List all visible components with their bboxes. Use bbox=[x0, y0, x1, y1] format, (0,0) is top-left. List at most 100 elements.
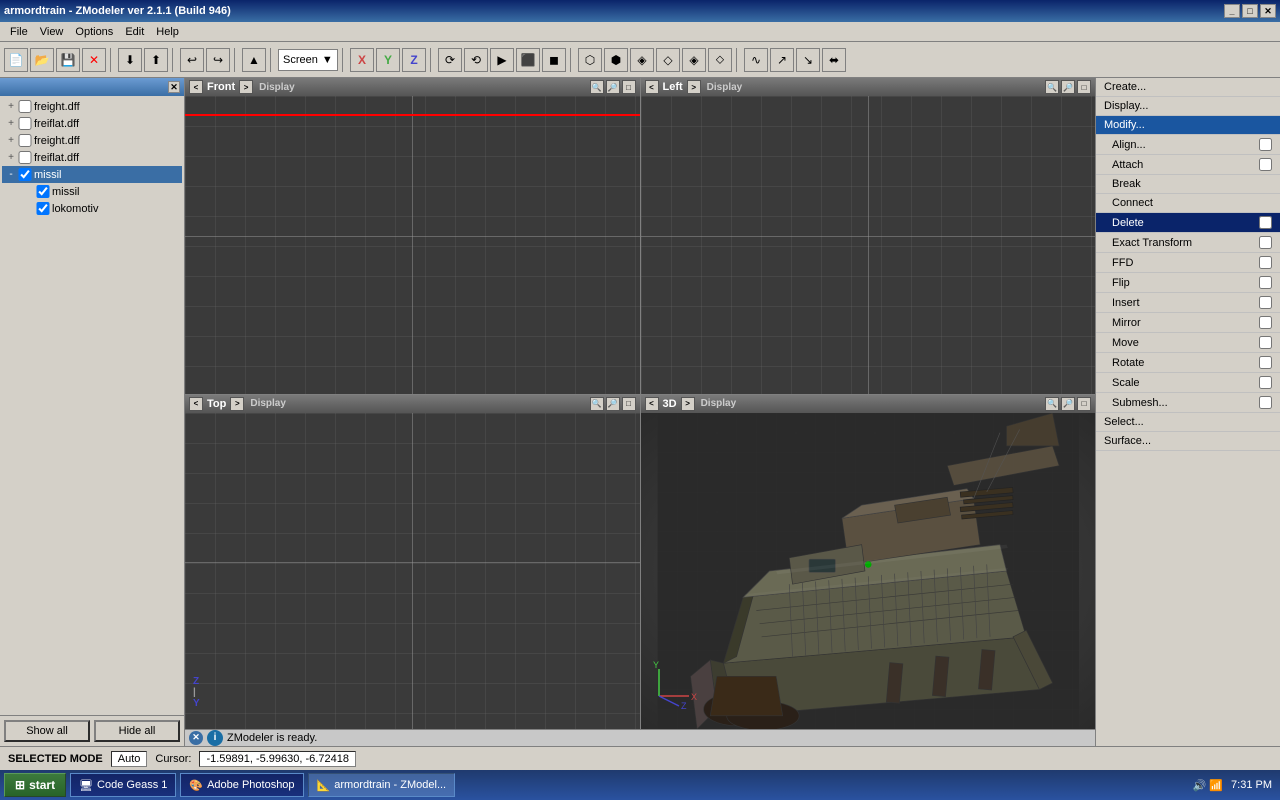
rp-submesh-check[interactable] bbox=[1259, 396, 1272, 409]
rp-move-check[interactable] bbox=[1259, 336, 1272, 349]
tool-m[interactable]: ↗ bbox=[770, 48, 794, 72]
rp-connect[interactable]: Connect bbox=[1096, 194, 1280, 213]
taskbar-app-photoshop[interactable]: 🎨 Adobe Photoshop bbox=[180, 773, 303, 797]
vp-left-zoom-in[interactable]: 🔍 bbox=[1045, 80, 1059, 94]
vp3d-zoom-in[interactable]: 🔍 bbox=[1045, 397, 1059, 411]
vp-top-arrow-right[interactable]: > bbox=[230, 397, 244, 411]
new-button[interactable]: 📄 bbox=[4, 48, 28, 72]
rp-mirror-check[interactable] bbox=[1259, 316, 1272, 329]
tree-check-missil-child[interactable] bbox=[36, 185, 50, 198]
tree-check-missil[interactable] bbox=[18, 168, 32, 181]
tree-check-freiflat1[interactable] bbox=[18, 117, 32, 130]
rp-ffd[interactable]: FFD bbox=[1096, 253, 1280, 273]
rp-attach[interactable]: Attach bbox=[1096, 155, 1280, 175]
y-axis[interactable]: Y bbox=[376, 48, 400, 72]
rp-move[interactable]: Move bbox=[1096, 333, 1280, 353]
vp-front-display[interactable]: Display bbox=[257, 82, 297, 93]
vp-top-arrow-left[interactable]: < bbox=[189, 397, 203, 411]
rp-rotate[interactable]: Rotate bbox=[1096, 353, 1280, 373]
tool-o[interactable]: ⬌ bbox=[822, 48, 846, 72]
tool-b[interactable]: ⟲ bbox=[464, 48, 488, 72]
tree-check-freight2[interactable] bbox=[18, 134, 32, 147]
tree-item-freiflat2[interactable]: + freiflat.dff bbox=[2, 149, 182, 166]
vp-left-zoom-out[interactable]: 🔎 bbox=[1061, 80, 1075, 94]
vp-front-arrow-left[interactable]: < bbox=[189, 80, 203, 94]
undo-button[interactable]: ↩ bbox=[180, 48, 204, 72]
vp3d-zoom-out[interactable]: 🔎 bbox=[1061, 397, 1075, 411]
tree-check-freiflat2[interactable] bbox=[18, 151, 32, 164]
rp-create[interactable]: Create... bbox=[1096, 78, 1280, 97]
tool-g[interactable]: ⬢ bbox=[604, 48, 628, 72]
screen-dropdown[interactable]: Screen ▼ bbox=[278, 49, 338, 71]
rp-break[interactable]: Break bbox=[1096, 175, 1280, 194]
tree-item-freight2[interactable]: + freight.dff bbox=[2, 132, 182, 149]
tool1[interactable]: ▲ bbox=[242, 48, 266, 72]
import-button[interactable]: ⬇ bbox=[118, 48, 142, 72]
vp-left-arrow-right[interactable]: > bbox=[687, 80, 701, 94]
vp-left-maximize[interactable]: □ bbox=[1077, 80, 1091, 94]
menu-file[interactable]: File bbox=[4, 24, 34, 40]
rp-scale[interactable]: Scale bbox=[1096, 373, 1280, 393]
rp-submesh[interactable]: Submesh... bbox=[1096, 393, 1280, 413]
delete-button[interactable]: ✕ bbox=[82, 48, 106, 72]
tree-item-missil[interactable]: - missil bbox=[2, 166, 182, 183]
vp-front-zoom-out[interactable]: 🔎 bbox=[606, 80, 620, 94]
vp-left-display[interactable]: Display bbox=[705, 82, 745, 93]
rp-align[interactable]: Align... bbox=[1096, 135, 1280, 155]
vp3d-arrow-right[interactable]: > bbox=[681, 397, 695, 411]
vp-front-zoom-in[interactable]: 🔍 bbox=[590, 80, 604, 94]
rp-modify[interactable]: Modify... bbox=[1096, 116, 1280, 135]
vp-top-display[interactable]: Display bbox=[248, 398, 288, 409]
x-axis[interactable]: X bbox=[350, 48, 374, 72]
tool-f[interactable]: ⬡ bbox=[578, 48, 602, 72]
tool-l[interactable]: ∿ bbox=[744, 48, 768, 72]
vp3d-display[interactable]: Display bbox=[699, 398, 739, 409]
tool-i[interactable]: ◇ bbox=[656, 48, 680, 72]
start-button[interactable]: ⊞ start bbox=[4, 773, 66, 797]
rp-align-check[interactable] bbox=[1259, 138, 1272, 151]
tool-h[interactable]: ◈ bbox=[630, 48, 654, 72]
menu-options[interactable]: Options bbox=[69, 24, 119, 40]
rp-delete-check[interactable] bbox=[1259, 216, 1272, 229]
rp-rotate-check[interactable] bbox=[1259, 356, 1272, 369]
rp-insert-check[interactable] bbox=[1259, 296, 1272, 309]
vp-left-arrow-left[interactable]: < bbox=[645, 80, 659, 94]
rp-ffd-check[interactable] bbox=[1259, 256, 1272, 269]
rp-insert[interactable]: Insert bbox=[1096, 293, 1280, 313]
show-all-button[interactable]: Show all bbox=[4, 720, 90, 742]
rp-exact-transform[interactable]: Exact Transform bbox=[1096, 233, 1280, 253]
viewport-left[interactable]: < Left > Display 🔍 🔎 □ bbox=[641, 78, 1096, 394]
vp3d-arrow-left[interactable]: < bbox=[645, 397, 659, 411]
tool-a[interactable]: ⟳ bbox=[438, 48, 462, 72]
vp-top-maximize[interactable]: □ bbox=[622, 397, 636, 411]
vp-front-arrow-right[interactable]: > bbox=[239, 80, 253, 94]
tool-c[interactable]: ▶ bbox=[490, 48, 514, 72]
tree-item-freight1[interactable]: + freight.dff bbox=[2, 98, 182, 115]
open-button[interactable]: 📂 bbox=[30, 48, 54, 72]
tool-n[interactable]: ↘ bbox=[796, 48, 820, 72]
maximize-button[interactable]: □ bbox=[1242, 4, 1258, 18]
viewport-3d[interactable]: < 3D > Display 🔍 🔎 □ bbox=[641, 395, 1096, 729]
taskbar-app-zmodeler[interactable]: 📐 armordtrain - ZModel... bbox=[308, 773, 456, 797]
export-button[interactable]: ⬆ bbox=[144, 48, 168, 72]
rp-delete[interactable]: Delete bbox=[1096, 213, 1280, 233]
tree-item-lokomotiv[interactable]: lokomotiv bbox=[2, 200, 182, 217]
rp-display[interactable]: Display... bbox=[1096, 97, 1280, 116]
viewport-front[interactable]: < Front > Display 🔍 🔎 □ bbox=[185, 78, 641, 394]
rp-mirror[interactable]: Mirror bbox=[1096, 313, 1280, 333]
left-panel-close[interactable]: ✕ bbox=[168, 81, 180, 93]
tool-k[interactable]: ⬦ bbox=[708, 48, 732, 72]
rp-surface[interactable]: Surface... bbox=[1096, 432, 1280, 451]
vp-top-zoom-out[interactable]: 🔎 bbox=[606, 397, 620, 411]
rp-flip[interactable]: Flip bbox=[1096, 273, 1280, 293]
tool-d[interactable]: ⬛ bbox=[516, 48, 540, 72]
tree-check-lokomotiv[interactable] bbox=[36, 202, 50, 215]
tool-j[interactable]: ◈ bbox=[682, 48, 706, 72]
tree-item-missil-child[interactable]: missil bbox=[2, 183, 182, 200]
vp-front-maximize[interactable]: □ bbox=[622, 80, 636, 94]
rp-flip-check[interactable] bbox=[1259, 276, 1272, 289]
menu-view[interactable]: View bbox=[34, 24, 70, 40]
menu-edit[interactable]: Edit bbox=[119, 24, 150, 40]
minimize-button[interactable]: _ bbox=[1224, 4, 1240, 18]
rp-attach-check[interactable] bbox=[1259, 158, 1272, 171]
